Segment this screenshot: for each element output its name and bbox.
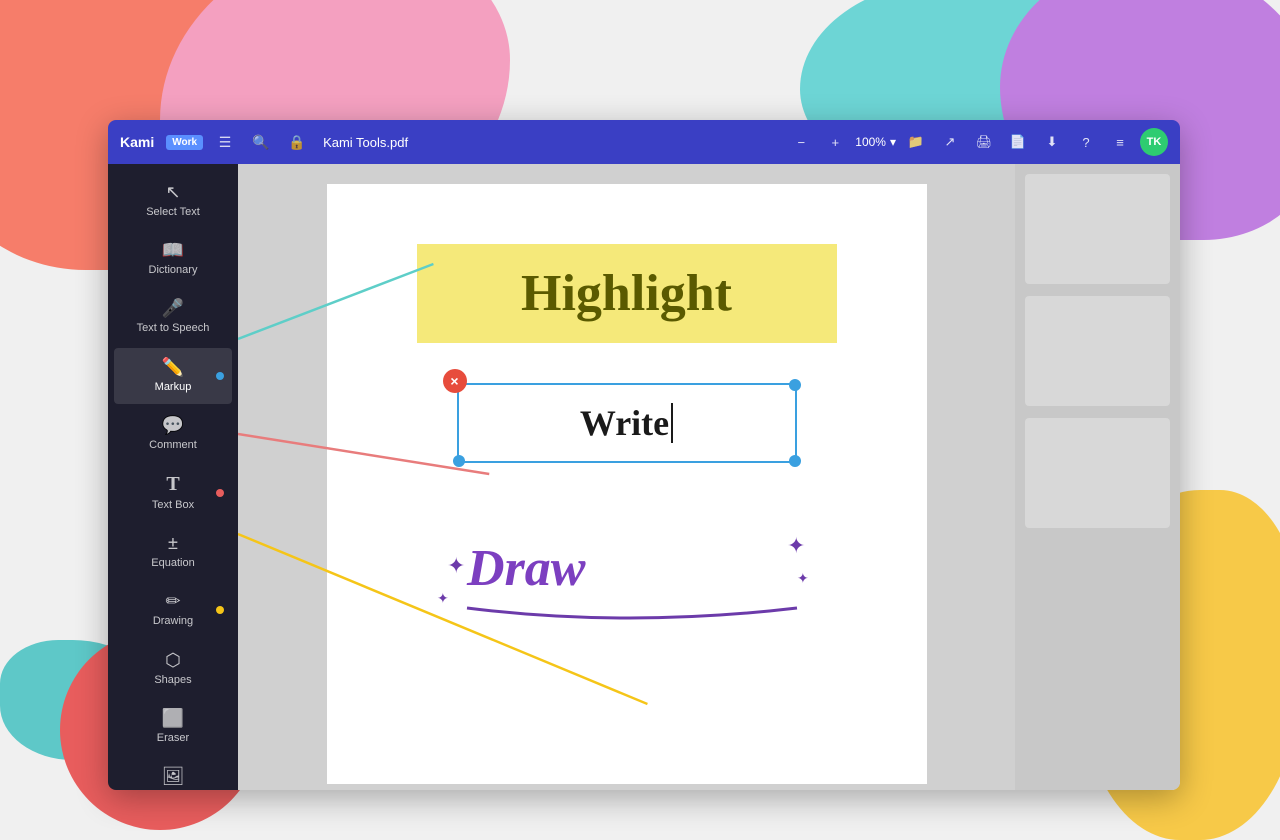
sidebar-item-comment[interactable]: 💬 Comment <box>114 406 232 462</box>
textbox-widget[interactable]: × Write <box>457 383 797 463</box>
sidebar-item-markup[interactable]: ✏️ Markup <box>114 348 232 404</box>
sidebar-item-eraser[interactable]: ⬜ Eraser <box>114 699 232 755</box>
menu-icon[interactable]: ≡ <box>1106 128 1134 156</box>
sidebar-item-select-text[interactable]: ↖ Select Text <box>114 173 232 229</box>
zoom-value: 100% <box>855 135 886 149</box>
thumbnail-1 <box>1025 174 1170 284</box>
svg-text:Draw: Draw <box>466 540 586 597</box>
sidebar-item-drawing[interactable]: ✏ Drawing <box>114 582 232 638</box>
sidebar-item-text-to-speech[interactable]: 🎤 Text to Speech <box>114 289 232 345</box>
sidebar-label-select-text: Select Text <box>146 206 200 219</box>
shapes-icon: ⬡ <box>165 651 181 669</box>
app-container: Kami Work ☰ 🔍 🔒 Kami Tools.pdf − + 100% … <box>108 120 1180 790</box>
handle-top-right[interactable] <box>789 379 801 391</box>
share-icon[interactable]: ↗ <box>936 128 964 156</box>
textbox-container: × Write <box>457 383 797 463</box>
textbox-close-button[interactable]: × <box>443 369 467 393</box>
highlight-label: Highlight <box>521 264 732 323</box>
svg-text:✦: ✦ <box>447 553 465 578</box>
sidebar-toggle-icon[interactable]: ☰ <box>211 128 239 156</box>
sidebar-label-eraser: Eraser <box>157 732 189 745</box>
sidebar-label-comment: Comment <box>149 439 197 452</box>
draw-area: ✦ ✦ ✦ ✦ Draw <box>437 513 817 633</box>
comment-icon: 💬 <box>162 416 184 434</box>
download-icon[interactable]: ⬇ <box>1038 128 1066 156</box>
filename-label: Kami Tools.pdf <box>323 135 408 150</box>
right-panel <box>1015 164 1180 790</box>
image-icon: 🖼 <box>162 767 185 785</box>
text-box-icon: T <box>166 474 179 494</box>
main-content: Highlight × Write <box>238 164 1180 790</box>
zoom-out-button[interactable]: − <box>787 128 815 156</box>
highlight-box: Highlight <box>417 244 837 343</box>
sidebar-label-dictionary: Dictionary <box>149 264 198 277</box>
sidebar-label-text-box: Text Box <box>152 499 194 512</box>
sidebar-label-markup: Markup <box>155 381 192 394</box>
sidebar-item-text-box[interactable]: T Text Box <box>114 464 232 522</box>
sidebar-label-text-to-speech: Text to Speech <box>137 322 210 335</box>
text-to-speech-icon: 🎤 <box>162 299 184 317</box>
sidebar-label-equation: Equation <box>151 557 194 570</box>
zoom-display[interactable]: 100% ▾ <box>855 135 896 149</box>
draw-svg: ✦ ✦ ✦ ✦ Draw <box>437 513 817 633</box>
sidebar-item-image[interactable]: 🖼 Image <box>114 757 232 790</box>
document-icon[interactable]: 📄 <box>1004 128 1032 156</box>
pdf-page: Highlight × Write <box>327 184 927 784</box>
thumbnail-2 <box>1025 296 1170 406</box>
textbox-dot <box>216 489 224 497</box>
titlebar-controls: − + 100% ▾ 📁 ↗ 🖨 📄 ⬇ ? ≡ TK <box>787 128 1168 156</box>
user-avatar[interactable]: TK <box>1140 128 1168 156</box>
titlebar: Kami Work ☰ 🔍 🔒 Kami Tools.pdf − + 100% … <box>108 120 1180 164</box>
svg-text:✦: ✦ <box>797 570 809 586</box>
sidebar-label-shapes: Shapes <box>154 674 191 687</box>
search-icon[interactable]: 🔍 <box>247 128 275 156</box>
handle-bottom-right[interactable] <box>789 455 801 467</box>
pdf-area[interactable]: Highlight × Write <box>238 164 1015 790</box>
work-badge[interactable]: Work <box>166 135 203 150</box>
app-logo: Kami <box>120 134 154 150</box>
sidebar-item-dictionary[interactable]: 📖 Dictionary <box>114 231 232 287</box>
markup-dot <box>216 372 224 380</box>
sidebar-item-equation[interactable]: ± Equation <box>114 524 232 580</box>
zoom-in-button[interactable]: + <box>821 128 849 156</box>
sidebar-label-drawing: Drawing <box>153 615 193 628</box>
svg-text:✦: ✦ <box>787 533 805 558</box>
help-icon[interactable]: ? <box>1072 128 1100 156</box>
lock-icon[interactable]: 🔒 <box>283 128 311 156</box>
equation-icon: ± <box>168 534 178 552</box>
zoom-arrow: ▾ <box>890 135 896 149</box>
app-body: ↖ Select Text 📖 Dictionary 🎤 Text to Spe… <box>108 164 1180 790</box>
thumbnail-3 <box>1025 418 1170 528</box>
sidebar-item-shapes[interactable]: ⬡ Shapes <box>114 641 232 697</box>
drawing-icon: ✏ <box>165 592 180 610</box>
select-text-icon: ↖ <box>165 183 180 201</box>
text-cursor <box>671 403 673 443</box>
eraser-icon: ⬜ <box>162 709 184 727</box>
textbox-content: Write <box>580 402 669 444</box>
folder-icon[interactable]: 📁 <box>902 128 930 156</box>
drawing-dot <box>216 606 224 614</box>
svg-text:✦: ✦ <box>437 590 449 606</box>
print-icon[interactable]: 🖨 <box>970 128 998 156</box>
sidebar: ↖ Select Text 📖 Dictionary 🎤 Text to Spe… <box>108 164 238 790</box>
handle-bottom-left[interactable] <box>453 455 465 467</box>
markup-icon: ✏️ <box>162 358 184 376</box>
dictionary-icon: 📖 <box>162 241 184 259</box>
